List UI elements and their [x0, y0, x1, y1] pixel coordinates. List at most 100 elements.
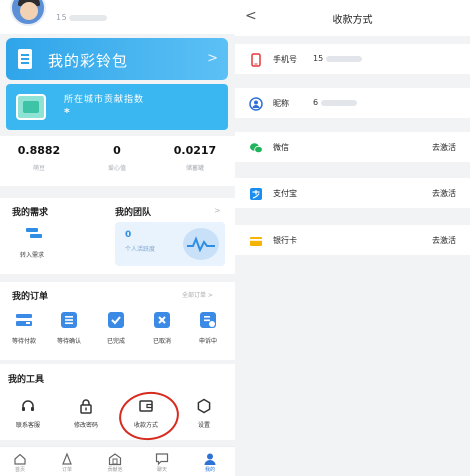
tool-change-password[interactable]: 修改密码 [66, 398, 106, 429]
payment-row-phone[interactable]: 手机号 15 [235, 44, 470, 74]
tool-contact-support[interactable]: 联系客服 [8, 398, 48, 429]
tab-label: 聊天 [156, 467, 167, 473]
chat-icon [155, 451, 169, 466]
avatar-face [20, 2, 38, 20]
bank-card-icon [249, 233, 263, 247]
payment-row-label: 昵称 [273, 99, 289, 108]
cancelled-icon [154, 312, 170, 328]
order-item-cancelled[interactable]: 已取消 [142, 312, 182, 345]
activate-wechat-link[interactable]: 去激活 [432, 142, 456, 153]
home-icon [13, 451, 27, 465]
nickname-text: 6 [313, 98, 319, 107]
stat-value: 0.8882 [17, 144, 61, 157]
team-activity-label: 个人活跃度 [125, 246, 156, 253]
payment-row-bank-card[interactable]: 银行卡 去激活 [235, 225, 470, 255]
transfer-icon[interactable] [26, 228, 42, 238]
redacted-blur [69, 14, 108, 21]
needs-team-section: 我的需求 我的团队 > 转入需求 0 个人活跃度 [0, 198, 235, 274]
tool-label: 设置 [197, 422, 210, 429]
profile-icon [203, 451, 217, 465]
phone-icon [249, 52, 263, 67]
alipay-icon [249, 186, 263, 200]
bottom-tab-bar: 首页 订单 贡献池 聊天 我的 [0, 446, 235, 476]
pending-confirm-icon [61, 312, 77, 328]
stat-label: 爱心值 [107, 165, 126, 172]
payment-methods-page: < 收款方式 手机号 15 昵称 6 微信 去激活 支付宝 去激活 银行卡 去激… [235, 0, 470, 476]
pending-payment-icon [16, 312, 32, 328]
tool-label: 修改密码 [73, 422, 98, 429]
stat-label: 萌豆 [32, 165, 45, 172]
activate-bank-card-link[interactable]: 去激活 [432, 235, 456, 246]
stat-item[interactable]: 0.8882 萌豆 [0, 144, 78, 172]
stat-item[interactable]: 0 爱心值 [78, 144, 156, 172]
order-item-label: 等待确认 [56, 338, 81, 345]
payment-row-nickname[interactable]: 昵称 6 [235, 88, 470, 118]
activate-alipay-link[interactable]: 去激活 [432, 188, 456, 199]
stats-bar: 0.8882 萌豆 0 爱心值 0.0217 储蓄罐 [0, 136, 235, 186]
all-orders-link[interactable]: 全部订单 > [182, 290, 213, 299]
tab-chat[interactable]: 聊天 [142, 451, 182, 473]
transfer-needs-label[interactable]: 转入需求 [20, 250, 44, 259]
order-item-pending-confirm[interactable]: 等待确认 [49, 312, 89, 345]
headset-icon [20, 398, 36, 414]
city-contribution-card[interactable]: 所在城市贡献指数 * [6, 84, 228, 130]
nav-bar: < 收款方式 [235, 0, 470, 36]
order-item-completed[interactable]: 已完成 [96, 312, 136, 345]
appeal-icon [200, 312, 216, 328]
payment-row-alipay[interactable]: 支付宝 去激活 [235, 178, 470, 208]
ringtone-wallet-card[interactable]: 我的彩铃包 > [6, 38, 228, 80]
order-item-pending-payment[interactable]: 等待付款 [4, 312, 44, 345]
user-id: 15 [56, 13, 108, 22]
city-contribution-label: 所在城市贡献指数 [64, 95, 145, 105]
tab-home[interactable]: 首页 [0, 451, 40, 473]
redacted-blur [321, 99, 358, 106]
stat-label: 储蓄罐 [185, 165, 204, 172]
user-circle-icon [249, 96, 263, 111]
tab-label: 我的 [204, 467, 215, 473]
pool-icon [108, 451, 122, 466]
completed-icon [108, 312, 124, 328]
tab-label: 首页 [14, 467, 25, 473]
lock-icon [78, 398, 94, 414]
payment-row-wechat[interactable]: 微信 去激活 [235, 132, 470, 162]
settings-icon [196, 398, 212, 414]
stat-item[interactable]: 0.0217 储蓄罐 [156, 144, 234, 172]
stat-value: 0.0217 [173, 144, 217, 157]
profile-header: 15 [0, 0, 235, 34]
team-more-chevron-icon[interactable]: > [214, 206, 221, 215]
payment-row-label: 支付宝 [273, 189, 297, 198]
order-item-label: 已取消 [152, 338, 171, 345]
team-activity-card[interactable]: 0 个人活跃度 [115, 222, 225, 266]
team-activity-value: 0 [125, 230, 132, 240]
tools-section: 我的工具 联系客服 修改密码 收款方式 设置 [0, 364, 235, 440]
orders-title: 我的订单 [12, 292, 49, 302]
tab-profile[interactable]: 我的 [190, 451, 230, 473]
tools-title: 我的工具 [8, 375, 45, 385]
tool-settings[interactable]: 设置 [184, 398, 224, 429]
wechat-icon [249, 140, 263, 154]
tab-label: 订单 [61, 467, 72, 473]
wallet-icon [18, 49, 32, 69]
order-icon [60, 451, 74, 465]
tab-pool[interactable]: 贡献池 [95, 451, 135, 473]
payment-row-label: 微信 [273, 143, 289, 152]
stat-value: 0 [113, 144, 121, 157]
receipt-icon [16, 94, 46, 120]
page-title: 收款方式 [332, 15, 373, 26]
screen: 15 我的彩铃包 > 所在城市贡献指数 * 0.8882 萌豆 0 爱心值 0.… [0, 0, 470, 476]
city-contribution-value: * [64, 106, 70, 119]
tab-label: 贡献池 [107, 467, 123, 473]
order-item-appeal[interactable]: 申诉中 [188, 312, 228, 345]
avatar[interactable] [10, 0, 46, 26]
wallet-title: 我的彩铃包 [48, 52, 129, 70]
needs-title: 我的需求 [12, 208, 49, 218]
order-item-label: 已完成 [106, 338, 125, 345]
tool-label: 联系客服 [15, 422, 40, 429]
pulse-chart-icon [183, 228, 219, 260]
orders-section: 我的订单 全部订单 > 等待付款 等待确认 已完成 已取消 申诉中 [0, 282, 235, 360]
user-id-text: 15 [56, 13, 68, 22]
phone-number-text: 15 [313, 54, 324, 63]
team-title: 我的团队 [115, 208, 152, 218]
payment-row-label: 手机号 [273, 55, 297, 64]
tab-orders[interactable]: 订单 [47, 451, 87, 473]
